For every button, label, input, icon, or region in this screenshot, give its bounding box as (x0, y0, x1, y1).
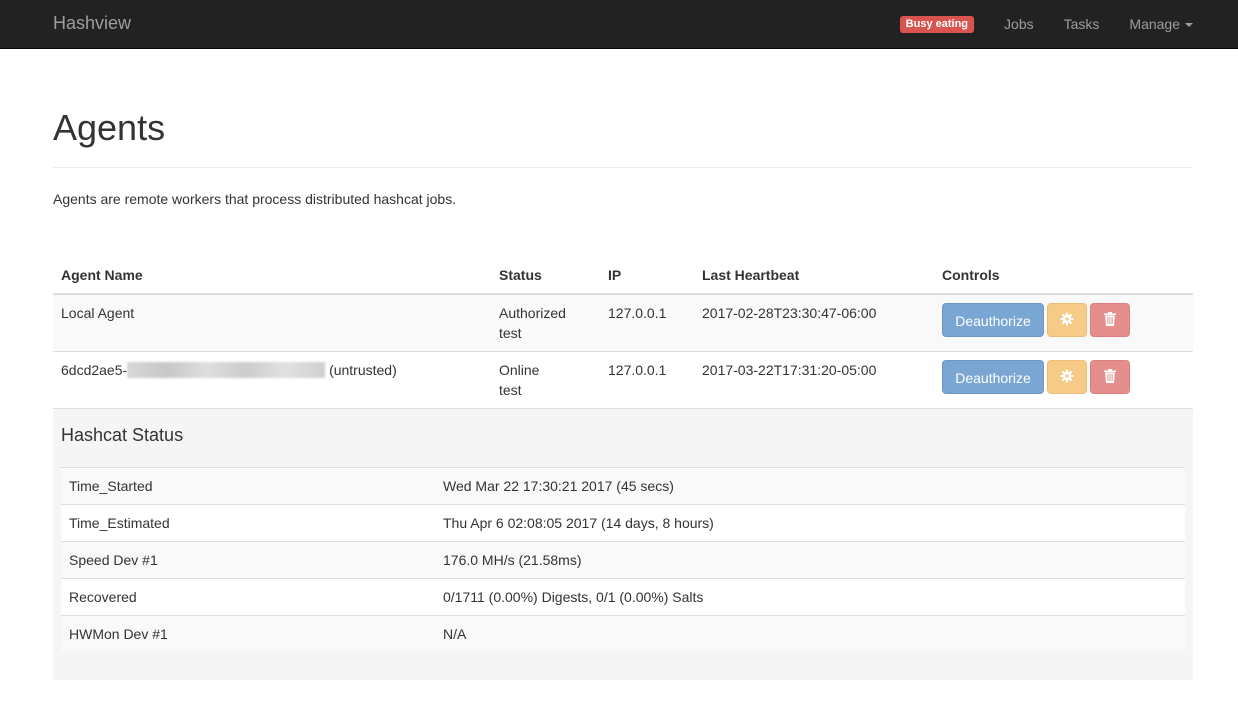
agents-table-header: Agent Name Status IP Last Heartbeat Cont… (53, 257, 1193, 295)
main-container: Agents Agents are remote workers that pr… (53, 49, 1193, 680)
header-agent-name: Agent Name (53, 257, 491, 295)
nav-tasks[interactable]: Tasks (1049, 0, 1115, 48)
redacted-agent-id (127, 362, 326, 378)
hashcat-status-table: Time_Started Wed Mar 22 17:30:21 2017 (4… (61, 467, 1185, 652)
agent-heartbeat: 2017-03-22T17:31:20-05:00 (694, 351, 934, 408)
agent-ip: 127.0.0.1 (600, 293, 694, 352)
trash-icon (1104, 369, 1116, 383)
agent-status-detail: test (499, 325, 522, 341)
gear-icon (1060, 369, 1074, 383)
status-key: Time_Started (61, 467, 435, 505)
nav-right: Busy eating Jobs Tasks Manage (899, 0, 1193, 48)
nav-jobs[interactable]: Jobs (989, 0, 1049, 48)
agent-controls: Deauthorize (934, 351, 1193, 408)
status-value: 176.0 MH/s (21.58ms) (435, 541, 1185, 579)
status-key: Time_Estimated (61, 504, 435, 542)
agent-controls: Deauthorize (934, 293, 1193, 352)
delete-button[interactable] (1090, 360, 1130, 394)
agent-name-cell: Local Agent (53, 293, 491, 352)
page-title: Agents (53, 107, 166, 148)
agent-name-cell: 6dcd2ae5- (untrusted) (53, 351, 491, 408)
settings-button[interactable] (1047, 303, 1087, 337)
table-row: 6dcd2ae5- (untrusted) Online test 127.0.0… (53, 351, 1193, 408)
header-controls: Controls (934, 257, 1193, 295)
agent-status: Authorized (499, 305, 566, 321)
agent-status-cell: Online test (491, 351, 600, 408)
hashcat-status-title: Hashcat Status (61, 425, 184, 445)
status-value: Thu Apr 6 02:08:05 2017 (14 days, 8 hour… (435, 504, 1185, 542)
agent-heartbeat: 2017-02-28T23:30:47-06:00 (694, 293, 934, 352)
agent-status: Online (499, 362, 540, 378)
agent-ip: 127.0.0.1 (600, 351, 694, 408)
table-row: Time_Estimated Thu Apr 6 02:08:05 2017 (… (61, 504, 1185, 542)
table-row: Recovered 0/1711 (0.00%) Digests, 0/1 (0… (61, 578, 1185, 616)
settings-button[interactable] (1047, 360, 1087, 394)
delete-button[interactable] (1090, 303, 1130, 337)
agents-table: Agent Name Status IP Last Heartbeat Cont… (53, 257, 1193, 408)
agent-status-detail: test (499, 382, 522, 398)
brand-link[interactable]: Hashview (53, 12, 131, 34)
status-key: Recovered (61, 578, 435, 616)
header-status: Status (491, 257, 600, 295)
page-description: Agents are remote workers that process d… (53, 191, 457, 207)
deauthorize-button[interactable]: Deauthorize (942, 303, 1044, 337)
status-badge: Busy eating (899, 15, 975, 33)
header-last-heartbeat: Last Heartbeat (694, 257, 934, 295)
table-row: HWMon Dev #1 N/A (61, 615, 1185, 652)
caret-down-icon (1185, 23, 1193, 28)
page-header: Agents (53, 107, 1193, 168)
nav-manage-dropdown[interactable]: Manage (1114, 0, 1193, 48)
navbar: Hashview Busy eating Jobs Tasks Manage (0, 0, 1238, 49)
table-row: Time_Started Wed Mar 22 17:30:21 2017 (4… (61, 467, 1185, 505)
table-row: Local Agent Authorized test 127.0.0.1 201… (53, 293, 1193, 352)
status-key: Speed Dev #1 (61, 541, 435, 579)
agent-status-cell: Authorized test (491, 293, 600, 352)
status-key: HWMon Dev #1 (61, 615, 435, 652)
status-value: Wed Mar 22 17:30:21 2017 (45 secs) (435, 467, 1185, 505)
deauthorize-button[interactable]: Deauthorize (942, 360, 1044, 394)
nav-manage-label: Manage (1129, 16, 1180, 32)
status-value: N/A (435, 615, 1185, 652)
agent-name: Local Agent (61, 305, 135, 321)
gear-icon (1060, 312, 1074, 326)
status-value: 0/1711 (0.00%) Digests, 0/1 (0.00%) Salt… (435, 578, 1185, 616)
table-row: Speed Dev #1 176.0 MH/s (21.58ms) (61, 541, 1185, 579)
header-ip: IP (600, 257, 694, 295)
agent-trust: (untrusted) (329, 362, 397, 378)
agent-name: 6dcd2ae5- (61, 362, 128, 378)
hashcat-status-panel: Hashcat Status Time_Started Wed Mar 22 1… (53, 408, 1193, 680)
trash-icon (1104, 312, 1116, 326)
